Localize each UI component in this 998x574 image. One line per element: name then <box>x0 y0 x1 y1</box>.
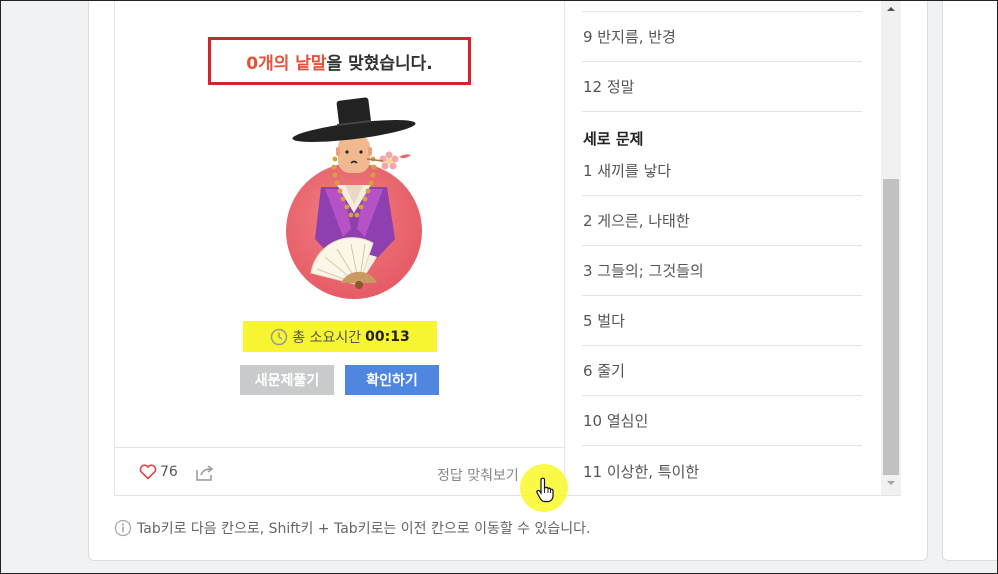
clue-item[interactable]: 1 새끼를 낳다 <box>582 146 862 196</box>
clue-scrollbar[interactable] <box>881 1 901 495</box>
scroll-down-arrow-icon[interactable] <box>881 477 901 489</box>
clue-item[interactable]: 12 정말 <box>582 62 862 112</box>
check-button[interactable]: 확인하기 <box>345 365 439 395</box>
scroll-up-arrow-icon[interactable] <box>881 3 901 15</box>
hand-cursor-icon <box>536 477 554 503</box>
clue-item[interactable]: 11 이상한, 특이한 <box>582 446 862 495</box>
clue-item[interactable]: 6 줄기 <box>582 346 862 396</box>
result-banner: 0개의 낱말 을 맞혔습니다. <box>208 37 471 85</box>
share-icon <box>196 465 214 481</box>
share-button[interactable] <box>195 464 215 486</box>
clue-divider-top <box>582 1 862 12</box>
clue-item[interactable]: 9 반지름, 반경 <box>582 12 862 62</box>
clue-item[interactable]: 5 벌다 <box>582 296 862 346</box>
panel-footer: 76 정답 맞춰보기 <box>115 447 564 495</box>
new-problem-button[interactable]: 새문제풀기 <box>240 365 334 395</box>
result-suffix: 을 맞혔습니다. <box>326 53 433 74</box>
like-count: 76 <box>160 464 178 480</box>
clue-item[interactable]: 3 그들의; 그것들의 <box>582 246 862 296</box>
total-time-display: 총 소요시간 00:13 <box>243 321 437 352</box>
scholar-illustration <box>286 97 422 299</box>
keyboard-hint: Tab키로 다음 칸으로, Shift키 + Tab키로는 이전 칸으로 이동할… <box>114 518 590 538</box>
scrollbar-thumb[interactable] <box>883 179 899 475</box>
timer-label: 총 소요시간 <box>292 329 362 346</box>
info-icon <box>114 519 132 537</box>
show-answers-link[interactable]: 정답 맞춰보기 <box>437 465 519 485</box>
clock-icon <box>271 328 288 345</box>
result-panel: 0개의 낱말 을 맞혔습니다. 총 소요시간 00:13 새문제풀기 확인하기 … <box>115 1 565 495</box>
like-button[interactable]: 76 <box>139 464 178 480</box>
crossword-game-panel: 0개의 낱말 을 맞혔습니다. 총 소요시간 00:13 새문제풀기 확인하기 … <box>114 0 901 496</box>
clue-item[interactable]: 10 열심인 <box>582 396 862 446</box>
keyboard-hint-text: Tab키로 다음 칸으로, Shift키 + Tab키로는 이전 칸으로 이동할… <box>137 521 591 537</box>
clue-item[interactable]: 2 게으른, 나태한 <box>582 196 862 246</box>
timer-value: 00:13 <box>365 328 410 345</box>
heart-icon <box>139 464 157 480</box>
side-card <box>942 0 998 561</box>
result-count: 0개의 낱말 <box>246 53 327 74</box>
clue-list: 9 반지름, 반경 12 정말 세로 문제 1 새끼를 낳다 2 게으른, 나태… <box>566 1 881 495</box>
